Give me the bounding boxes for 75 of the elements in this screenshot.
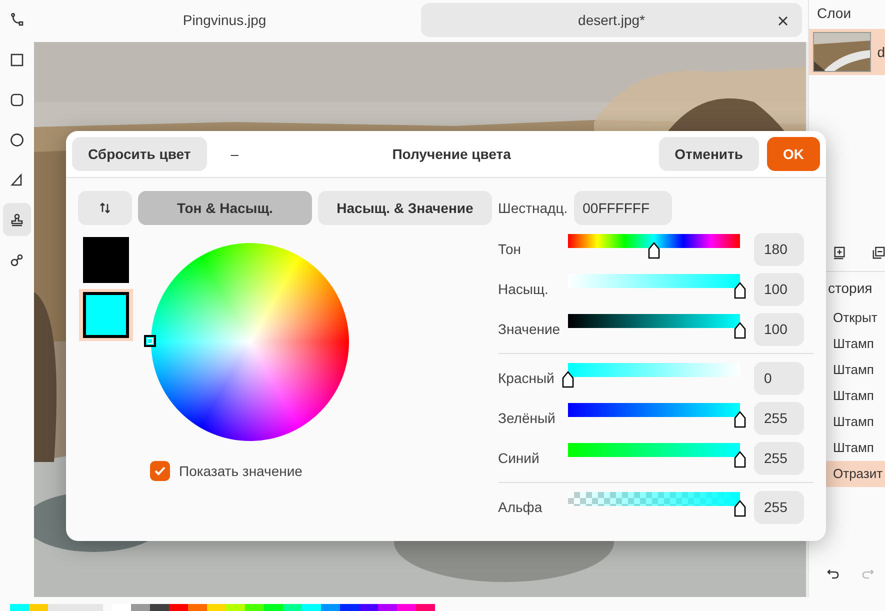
checkbox[interactable]	[150, 461, 170, 481]
slider-label: Насыщ.	[498, 281, 550, 297]
stamp-icon	[10, 212, 24, 226]
palette-swatch[interactable]	[359, 604, 378, 611]
slider-handle[interactable]	[734, 500, 746, 517]
wheel-handle[interactable]	[144, 335, 156, 347]
value-field[interactable]: 255	[754, 402, 804, 434]
palette-swatch[interactable]	[131, 604, 150, 611]
triangle-icon	[10, 172, 24, 186]
slider-handle[interactable]	[648, 242, 660, 259]
redo-icon[interactable]	[862, 569, 874, 579]
swap-button[interactable]	[78, 191, 132, 225]
dialog-title: Получение цвета	[391, 146, 512, 162]
checkmark-icon	[154, 466, 166, 476]
checkbox-label: Показать значение	[179, 463, 302, 479]
circles-icon	[10, 252, 24, 266]
palette-swatch[interactable]	[321, 604, 340, 611]
color-swatch[interactable]	[29, 604, 48, 611]
slider-handle[interactable]	[734, 282, 746, 299]
value-field[interactable]: 100	[754, 272, 804, 306]
mode-tab[interactable]: Тон & Насыщ.	[138, 191, 312, 225]
palette-swatch[interactable]	[150, 604, 169, 611]
document-tab[interactable]: desert.jpg*	[421, 3, 802, 37]
hex-label: Шестнадц.	[498, 200, 568, 216]
path-icon	[10, 12, 24, 26]
stamp-tool[interactable]	[3, 203, 31, 236]
color-swatch[interactable]	[79, 234, 133, 286]
slider-handle[interactable]	[734, 451, 746, 468]
close-icon[interactable]	[778, 16, 788, 26]
palette-swatch[interactable]	[226, 604, 245, 611]
palette-swatch[interactable]	[188, 604, 207, 611]
cancel-button[interactable]: Отменить	[658, 137, 759, 171]
value-field[interactable]: 0	[754, 362, 804, 394]
palette-swatch[interactable]	[378, 604, 397, 611]
undo-icon[interactable]	[827, 569, 839, 579]
value-field[interactable]: 100	[754, 312, 804, 346]
swap-icon	[99, 202, 111, 214]
layer-item[interactable]: d	[809, 29, 885, 75]
slider-handle[interactable]	[734, 411, 746, 428]
add-layer-icon[interactable]	[833, 246, 846, 260]
palette-swatch[interactable]	[169, 604, 188, 611]
slider-handle[interactable]	[562, 371, 574, 388]
panel-title: стория	[827, 279, 874, 298]
palette-swatch[interactable]	[416, 604, 435, 611]
color-swatch[interactable]	[10, 604, 29, 611]
value-field[interactable]: 180	[754, 232, 804, 266]
palette-swatch[interactable]	[207, 604, 226, 611]
palette-swatch[interactable]	[283, 604, 302, 611]
reset-color-button[interactable]: Сбросить цвет	[72, 137, 207, 171]
palette-swatch[interactable]	[302, 604, 321, 611]
current-colors[interactable]	[10, 604, 103, 611]
palette-swatch[interactable]	[112, 604, 131, 611]
document-tab[interactable]: Pingvinus.jpg	[34, 3, 415, 37]
panel-title: Слои	[816, 4, 852, 23]
palette-swatch[interactable]	[264, 604, 283, 611]
palette-swatch[interactable]	[397, 604, 416, 611]
color-swatch[interactable]	[79, 289, 133, 341]
slider-label: Значение	[498, 321, 562, 337]
mode-tab[interactable]: Насыщ. & Значение	[318, 191, 492, 225]
rounded-square-icon	[10, 92, 24, 106]
value-field[interactable]: 255	[754, 490, 804, 524]
slider-label: Синий	[498, 450, 540, 466]
slider-label: Красный	[498, 370, 556, 386]
slider-handle[interactable]	[734, 322, 746, 339]
palette-swatch[interactable]	[340, 604, 359, 611]
minimize-button[interactable]: –	[224, 145, 245, 163]
slider-label: Зелёный	[498, 410, 556, 426]
slider-label: Тон	[498, 241, 522, 257]
hex-field[interactable]: 00FFFFFF	[574, 191, 672, 225]
remove-layer-icon[interactable]	[872, 246, 885, 260]
palette-swatch[interactable]	[245, 604, 264, 611]
value-field[interactable]: 255	[754, 442, 804, 474]
square-icon	[10, 52, 24, 66]
slider-label: Альфа	[498, 499, 544, 515]
circle-icon	[10, 132, 24, 146]
